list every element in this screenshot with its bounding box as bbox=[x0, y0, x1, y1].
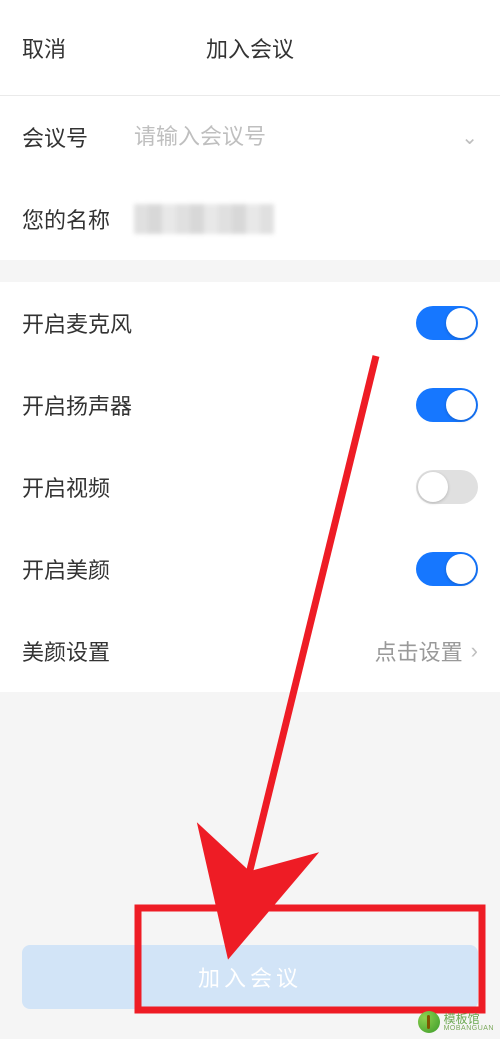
section-divider bbox=[0, 260, 500, 282]
beauty-label: 开启美颜 bbox=[22, 553, 110, 585]
cancel-button[interactable]: 取消 bbox=[22, 32, 66, 64]
speaker-toggle[interactable] bbox=[416, 388, 478, 422]
mic-toggle[interactable] bbox=[416, 306, 478, 340]
your-name-row[interactable]: 您的名称 bbox=[0, 178, 500, 260]
mic-row: 开启麦克风 bbox=[0, 282, 500, 364]
beauty-settings-value: 点击设置 bbox=[375, 635, 463, 667]
chevron-down-icon[interactable]: ⌄ bbox=[461, 125, 478, 150]
beauty-row: 开启美颜 bbox=[0, 528, 500, 610]
beauty-toggle[interactable] bbox=[416, 552, 478, 586]
join-meeting-button[interactable]: 加入会议 bbox=[22, 945, 478, 1009]
meeting-id-input[interactable] bbox=[134, 124, 461, 150]
speaker-label: 开启扬声器 bbox=[22, 389, 132, 421]
beauty-settings-label: 美颜设置 bbox=[22, 635, 110, 667]
speaker-row: 开启扬声器 bbox=[0, 364, 500, 446]
video-label: 开启视频 bbox=[22, 471, 110, 503]
watermark-brand: 模板馆 bbox=[444, 1012, 480, 1026]
meeting-id-row[interactable]: 会议号 ⌄ bbox=[0, 96, 500, 178]
beauty-settings-row[interactable]: 美颜设置 点击设置 › bbox=[0, 610, 500, 692]
header-bar: 取消 加入会议 bbox=[0, 0, 500, 96]
watermark-logo-icon bbox=[418, 1011, 440, 1033]
video-toggle[interactable] bbox=[416, 470, 478, 504]
your-name-value-blurred bbox=[134, 204, 274, 234]
chevron-right-icon: › bbox=[471, 638, 478, 664]
input-section: 会议号 ⌄ 您的名称 bbox=[0, 96, 500, 260]
video-row: 开启视频 bbox=[0, 446, 500, 528]
watermark: 模板馆 MOBANGUAN bbox=[418, 1011, 494, 1033]
watermark-sub: MOBANGUAN bbox=[444, 1025, 494, 1032]
options-section: 开启麦克风 开启扬声器 开启视频 开启美颜 美颜设置 点击设置 › bbox=[0, 282, 500, 692]
mic-label: 开启麦克风 bbox=[22, 307, 132, 339]
page-title: 加入会议 bbox=[206, 32, 294, 64]
meeting-id-label: 会议号 bbox=[22, 121, 134, 153]
your-name-label: 您的名称 bbox=[22, 203, 134, 235]
